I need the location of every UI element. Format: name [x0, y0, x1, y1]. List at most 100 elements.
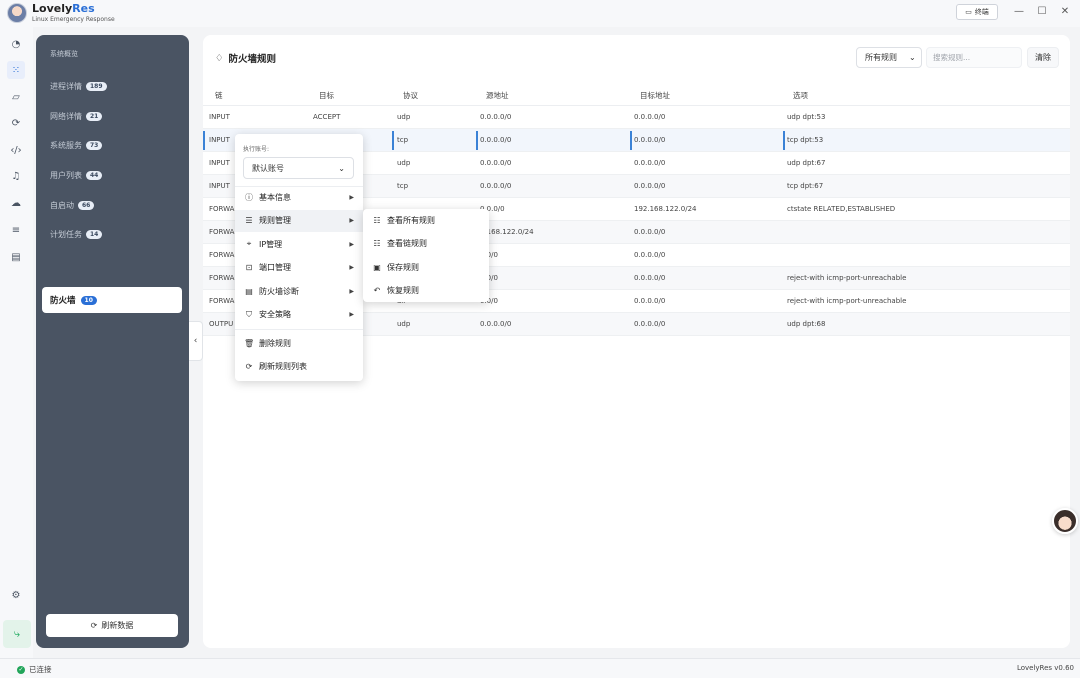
sidebar-item-firewall[interactable]: 防火墙 10 [42, 287, 182, 313]
refresh-data-button[interactable]: ⟳ 刷新数据 [46, 614, 178, 637]
table-cell: FORWA [209, 251, 235, 259]
collapse-sidebar-button[interactable]: ‹ [189, 321, 203, 361]
table-cell: INPUT [209, 136, 230, 144]
table-cell: 0.0.0.0/0 [480, 136, 512, 144]
count-badge: 189 [86, 82, 107, 91]
table-cell: INPUT [209, 159, 230, 167]
sidebar-item-cron[interactable]: 计划任务 14 [50, 229, 103, 240]
table-cell: ACCEPT [313, 113, 341, 121]
table-cell: udp dpt:68 [787, 320, 826, 328]
menu-item-label: 基本信息 [259, 192, 291, 202]
app-logo [7, 3, 27, 23]
count-badge: 21 [86, 112, 103, 121]
dashboard-icon[interactable]: ◔ [7, 35, 25, 53]
menu-item[interactable]: ☰ 规则管理 ▶ [235, 209, 363, 232]
submenu-item[interactable]: ☷ 查看所有规则 [363, 209, 489, 232]
close-button[interactable]: ✕ [1056, 4, 1074, 20]
table-header: 链 目标 协议 源地址 目标地址 选项 [203, 82, 1070, 106]
menu-item[interactable]: ⓘ 基本信息 ▶ [235, 186, 363, 208]
column-header[interactable]: 源地址 [486, 90, 509, 101]
icon-rail: ◔ ⁙ ▱ ⟳ ‹/› ♫ ☁ ≡ ▤ ⚙ ⤷ [0, 27, 33, 658]
table-row[interactable]: INPUT ACCEPT udp 0.0.0.0/0 0.0.0.0/0 udp dpt:… [203, 106, 1070, 129]
maximize-button[interactable]: ☐ [1033, 4, 1051, 20]
selection-marker [203, 131, 205, 150]
sidebar-title: 系统概览 [50, 50, 78, 58]
connection-status: ✓ 已连接 [17, 665, 52, 674]
database-icon[interactable]: ≡ [7, 221, 25, 239]
folder-icon[interactable]: ▱ [7, 88, 25, 106]
column-header[interactable]: 目标地址 [640, 90, 670, 101]
delete-rule-menu-item[interactable]: 🗑 删除规则 [235, 332, 363, 354]
count-badge: 44 [86, 171, 103, 180]
table-cell: OUTPU [209, 320, 234, 328]
account-select[interactable]: 默认账号 ⌄ [243, 157, 354, 179]
table-cell: FORWA [209, 205, 235, 213]
table-cell: 0.0.0.0/0 [480, 182, 512, 190]
menu-item[interactable]: ⛉ 安全策略 ▶ [235, 304, 363, 326]
table-cell: FORWA [209, 297, 235, 305]
table-cell: 0.0.0.0/0 [634, 320, 666, 328]
sidebar: 系统概览 进程详情 189 网络详情 21 系统服务 73 用户列表 44 自启动 66 … [36, 35, 189, 648]
submenu-item[interactable]: ☷ 查看链规则 [363, 232, 489, 255]
submenu-item[interactable]: ↶ 恢复规则 [363, 279, 489, 302]
submenu-item[interactable]: ▣ 保存规则 [363, 256, 489, 279]
rule-filter-select[interactable]: 所有规则 ⌄ [856, 47, 922, 68]
table-cell: 0.0.0.0/0 [634, 159, 666, 167]
column-header[interactable]: 目标 [319, 90, 334, 101]
count-badge: 14 [86, 230, 103, 239]
sidebar-item-services[interactable]: 系统服务 73 [50, 140, 103, 151]
menu-item[interactable]: ⊡ 端口管理 ▶ [235, 257, 363, 279]
settings-icon[interactable]: ⚙ [7, 586, 25, 604]
chevron-right-icon: ▶ [349, 193, 354, 201]
table-cell: udp [397, 320, 411, 328]
table-cell: ctstate RELATED,ESTABLISHED [787, 205, 896, 213]
assistant-avatar[interactable] [1052, 508, 1078, 534]
search-input[interactable] [926, 47, 1022, 68]
sidebar-item-processes[interactable]: 进程详情 189 [50, 81, 107, 92]
table-cell: 0.0.0.0/0 [634, 274, 666, 282]
network-icon: ⌖ [246, 239, 252, 248]
sidebar-item-autostart[interactable]: 自启动 66 [50, 200, 95, 211]
menu-item-label: 端口管理 [259, 263, 291, 272]
sync-icon[interactable]: ⟳ [7, 114, 25, 132]
table-cell: 0.0.0.0/0 [634, 113, 666, 121]
chevron-right-icon: ▶ [349, 240, 354, 248]
sidebar-item-users[interactable]: 用户列表 44 [50, 170, 103, 181]
terminal-button[interactable]: ▭ 终端 [956, 4, 998, 20]
submenu-item-label: 保存规则 [387, 262, 419, 272]
column-header[interactable]: 选项 [793, 90, 808, 101]
sliders-icon: ☰ [245, 216, 253, 225]
menu-item[interactable]: ⌖ IP管理 ▶ [235, 233, 363, 255]
save-icon: ▣ [373, 262, 381, 272]
menu-item[interactable]: ▤ 防火墙诊断 ▶ [235, 280, 363, 302]
table-cell: tcp dpt:53 [787, 136, 824, 144]
menu-item-label: IP管理 [259, 239, 283, 249]
menu-item-label: 防火墙诊断 [259, 286, 299, 296]
count-badge: 10 [80, 295, 97, 305]
cloud-icon[interactable]: ☁ [7, 194, 25, 212]
column-header[interactable]: 协议 [403, 90, 418, 101]
chevron-down-icon: ⌄ [338, 163, 345, 173]
selection-marker [392, 131, 394, 150]
chevron-left-icon: ‹ [193, 336, 198, 346]
diagnose-icon: ▤ [245, 286, 253, 296]
terminal-link-icon[interactable]: ⤷ [3, 620, 31, 648]
menu-item-label: 安全策略 [259, 310, 291, 319]
minimize-button[interactable]: — [1010, 4, 1028, 20]
trash-icon: 🗑 [244, 338, 255, 348]
submenu-item-label: 恢复规则 [387, 285, 419, 295]
version-label: LovelyRes v0.60 [1016, 664, 1074, 672]
apps-grid-icon[interactable]: ⁙ [7, 61, 25, 79]
document-icon[interactable]: ▤ [7, 248, 25, 266]
clear-button[interactable]: 清除 [1027, 47, 1059, 68]
chevron-down-icon: ⌄ [909, 53, 916, 62]
list-icon: ☷ [373, 216, 381, 225]
bell-icon[interactable]: ♫ [7, 167, 25, 185]
refresh-rules-menu-item[interactable]: ⟳ 刷新规则列表 [235, 355, 363, 377]
code-icon[interactable]: ‹/› [7, 141, 25, 159]
sidebar-item-network[interactable]: 网络详情 21 [50, 111, 103, 122]
column-header[interactable]: 链 [215, 90, 223, 101]
table-cell: 0.0.0.0/0 [634, 136, 666, 144]
table-cell: udp [397, 159, 411, 167]
app-name: LovelyRes [32, 2, 95, 15]
